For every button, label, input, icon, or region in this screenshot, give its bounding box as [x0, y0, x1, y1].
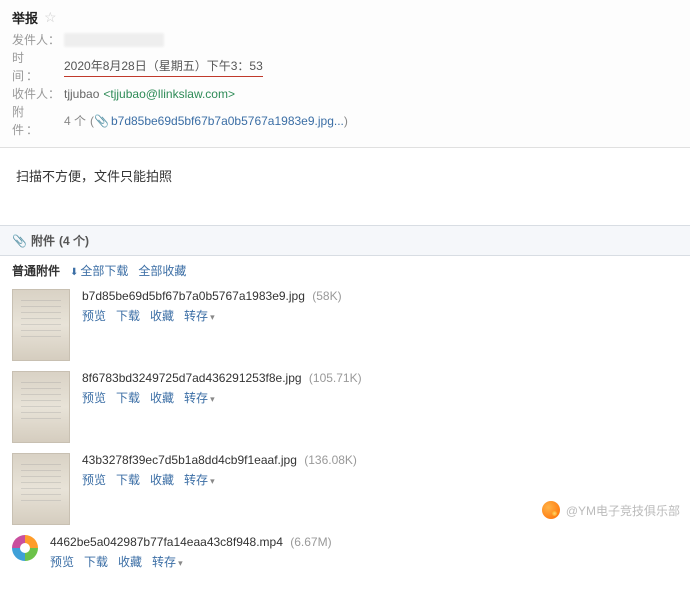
- preview-link[interactable]: 预览: [50, 553, 74, 570]
- attachment-thumbnail[interactable]: [12, 371, 70, 443]
- attachment-item: 8f6783bd3249725d7ad436291253f8e.jpg (105…: [12, 371, 678, 443]
- email-body: 扫描不方便，文件只能拍照: [0, 148, 690, 225]
- recipient-email: <tjjubao@llinkslaw.com>: [103, 85, 235, 103]
- download-link[interactable]: 下载: [116, 471, 140, 488]
- weibo-icon: [542, 501, 560, 519]
- time-value: 2020年8月28日（星期五）下午3：53: [64, 57, 263, 77]
- forward-link[interactable]: 转存▾: [152, 553, 183, 570]
- preview-link[interactable]: 预览: [82, 471, 106, 488]
- forward-link[interactable]: 转存▾: [184, 307, 215, 324]
- body-text: 扫描不方便，文件只能拍照: [16, 169, 172, 184]
- save-link[interactable]: 收藏: [150, 307, 174, 324]
- paperclip-icon: 📎: [94, 114, 109, 128]
- attachment-filename: 4462be5a042987b77fa14eaa43c8f948.mp4: [50, 535, 283, 549]
- time-label: 时 间：: [12, 49, 60, 85]
- attachment-size: (58K): [312, 289, 341, 303]
- attachment-item: b7d85be69d5bf67b7a0b5767a1983e9.jpg (58K…: [12, 289, 678, 361]
- attachments-section-header: 📎 附件(4 个): [0, 225, 690, 256]
- attach-preview-group: (📎b7d85be69d5bf67b7a0b5767a1983e9.jpg...…: [90, 112, 348, 130]
- attach-count: 4 个: [64, 112, 86, 130]
- download-all-link[interactable]: ⬇全部下载: [70, 262, 128, 279]
- save-link[interactable]: 收藏: [118, 553, 142, 570]
- attachment-size: (136.08K): [304, 453, 357, 467]
- attach-label: 附 件：: [12, 103, 60, 139]
- paperclip-icon: 📎: [12, 234, 27, 248]
- attachments-list: b7d85be69d5bf67b7a0b5767a1983e9.jpg (58K…: [0, 285, 690, 592]
- attachment-filename: b7d85be69d5bf67b7a0b5767a1983e9.jpg: [82, 289, 305, 303]
- recipient-label: 收件人：: [12, 85, 60, 103]
- download-icon: ⬇: [70, 267, 78, 278]
- attachment-thumbnail[interactable]: [12, 289, 70, 361]
- preview-link[interactable]: 预览: [82, 389, 106, 406]
- forward-link[interactable]: 转存▾: [184, 389, 215, 406]
- chevron-down-icon: ▾: [210, 394, 215, 404]
- attachment-size: (105.71K): [309, 371, 362, 385]
- watermark-text: @YM电子竞技俱乐部: [566, 502, 680, 519]
- forward-link[interactable]: 转存▾: [184, 471, 215, 488]
- download-link[interactable]: 下载: [84, 553, 108, 570]
- attachment-item: 4462be5a042987b77fa14eaa43c8f948.mp4 (6.…: [12, 535, 678, 570]
- chevron-down-icon: ▾: [178, 558, 183, 568]
- attach-preview-link[interactable]: b7d85be69d5bf67b7a0b5767a1983e9.jpg...: [111, 114, 344, 128]
- save-link[interactable]: 收藏: [150, 389, 174, 406]
- toolbar-label: 普通附件: [12, 262, 60, 279]
- attachments-count: (4 个): [59, 232, 89, 249]
- attachments-toolbar: 普通附件 ⬇全部下载 全部收藏: [0, 256, 690, 285]
- chevron-down-icon: ▾: [210, 312, 215, 322]
- download-link[interactable]: 下载: [116, 389, 140, 406]
- download-link[interactable]: 下载: [116, 307, 140, 324]
- email-header: 举报 ☆ 发件人： 时 间： 2020年8月28日（星期五）下午3：53 收件人…: [0, 0, 690, 148]
- save-all-link[interactable]: 全部收藏: [138, 262, 186, 279]
- email-subject: 举报: [12, 8, 38, 27]
- chevron-down-icon: ▾: [210, 476, 215, 486]
- sender-label: 发件人：: [12, 31, 60, 49]
- preview-link[interactable]: 预览: [82, 307, 106, 324]
- sender-value-redacted: [64, 33, 164, 47]
- attachments-title: 附件: [31, 232, 55, 249]
- video-play-icon[interactable]: [12, 535, 38, 561]
- recipient-name: tjjubao: [64, 85, 99, 103]
- attachment-filename: 8f6783bd3249725d7ad436291253f8e.jpg: [82, 371, 302, 385]
- weibo-watermark: @YM电子竞技俱乐部: [542, 501, 680, 519]
- attachment-thumbnail[interactable]: [12, 453, 70, 525]
- attachment-size: (6.67M): [290, 535, 331, 549]
- save-link[interactable]: 收藏: [150, 471, 174, 488]
- star-icon[interactable]: ☆: [44, 9, 57, 26]
- attachment-filename: 43b3278f39ec7d5b1a8dd4cb9f1eaaf.jpg: [82, 453, 297, 467]
